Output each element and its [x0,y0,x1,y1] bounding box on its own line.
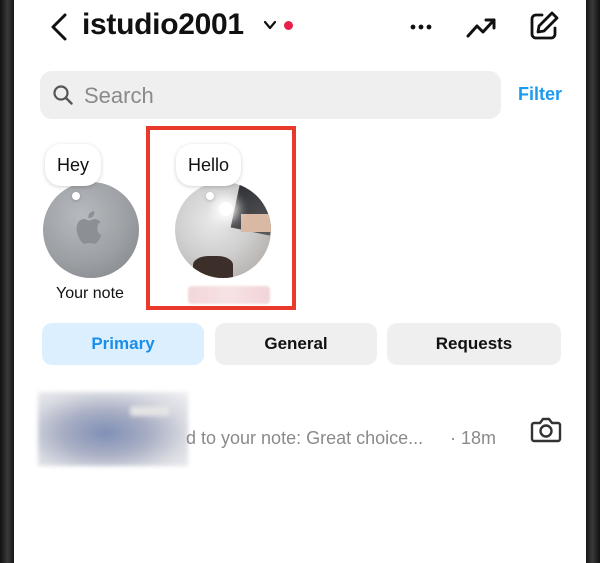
trend-icon[interactable] [466,12,498,42]
phone-edge-right [586,0,600,563]
chevron-left-icon[interactable] [48,12,70,42]
note-label: Your note [56,285,124,302]
phone-edge-left [0,0,14,563]
filter-link[interactable]: Filter [518,84,562,105]
direct-messages-screen: istudio2001 Search Filter Hey Your note … [14,0,586,563]
account-name[interactable]: istudio2001 [82,8,244,42]
message-time: · 18m [450,428,497,448]
blurred-sender-name [130,406,170,416]
your-note-avatar[interactable] [43,182,139,278]
message-row[interactable]: d to your note: Great choice... · 18m [14,388,586,470]
note-bubble: Hey [45,144,102,186]
highlight-box [146,126,296,310]
apple-logo-icon [76,211,102,244]
tab-primary[interactable]: Primary [42,323,204,365]
message-preview: d to your note: Great choice... [186,428,424,448]
blurred-avatar [38,392,188,466]
more-icon[interactable] [408,14,434,40]
phone-frame: istudio2001 Search Filter Hey Your note … [0,0,600,563]
search-bar[interactable] [40,71,501,119]
unread-dot [284,21,293,30]
bubble-tail-dot [72,192,80,200]
tab-requests[interactable]: Requests [387,323,561,365]
camera-icon[interactable] [530,414,562,444]
compose-icon[interactable] [528,10,560,42]
search-input[interactable] [82,79,486,113]
tab-general[interactable]: General [215,323,377,365]
chevron-down-icon[interactable] [262,18,278,32]
header: istudio2001 [14,0,586,56]
search-icon [53,85,73,105]
